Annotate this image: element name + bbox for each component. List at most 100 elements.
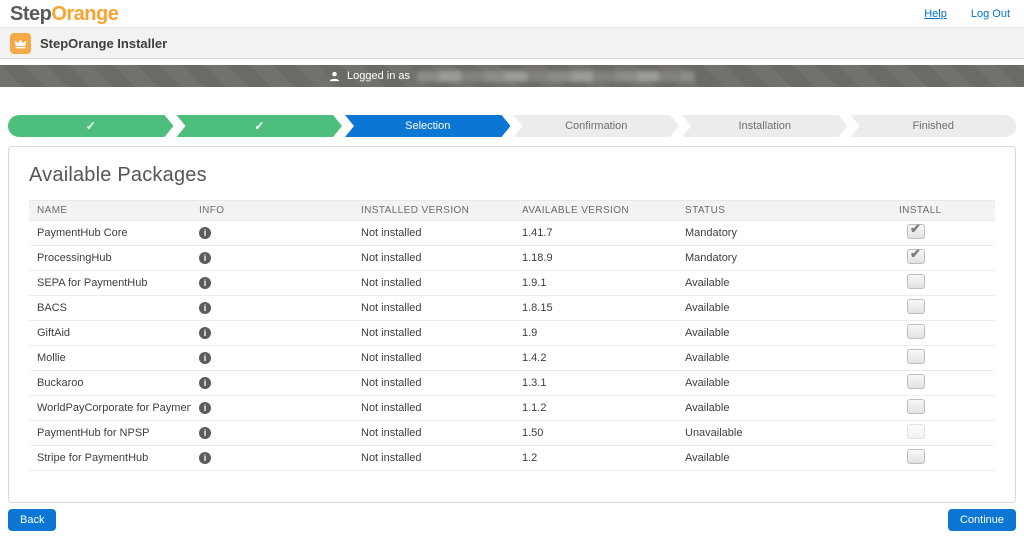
top-links: Help Log Out [924,8,1010,20]
check-icon: ✓ [254,119,264,133]
back-button[interactable]: Back [8,509,56,531]
logged-in-label: Logged in as [347,70,410,82]
install-checkbox[interactable] [907,449,925,464]
install-cell [837,299,995,317]
wizard-step-label: Finished [912,120,954,132]
install-checkbox[interactable] [907,399,925,414]
package-name: Buckaroo [29,377,191,389]
install-checkbox[interactable] [907,299,925,314]
package-name: SEPA for PaymentHub [29,277,191,289]
info-icon[interactable]: i [199,402,211,414]
install-cell [837,399,995,417]
installed-version: Not installed [353,327,514,339]
package-name: Stripe for PaymentHub [29,452,191,464]
table-row: Stripe for PaymentHub i Not installed1.2Av… [29,446,995,471]
app-title: StepOrange Installer [40,36,167,51]
col-header-install: INSTALL [837,205,995,216]
table-row: PaymentHub CoreiNot installed1.41.7Manda… [29,221,995,246]
check-icon: ✓ [86,119,96,133]
install-checkbox[interactable] [907,224,925,239]
status-label: Available [677,302,837,314]
install-cell [837,274,995,292]
status-label: Available [677,277,837,289]
install-cell [837,374,995,392]
crown-icon [10,33,31,54]
wizard-step-done-1: ✓ [8,115,174,137]
continue-button[interactable]: Continue [948,509,1016,531]
installed-version: Not installed [353,227,514,239]
package-name: Mollie [29,352,191,364]
table-row: GiftAidiNot installed1.9Available [29,321,995,346]
install-cell [837,449,995,467]
packages-table: NAME INFO INSTALLED VERSION AVAILABLE VE… [29,200,995,471]
info-icon[interactable]: i [199,327,211,339]
col-header-installed-version: INSTALLED VERSION [353,205,514,216]
logo-text-step: Step [10,3,51,25]
package-name: PaymentHub for NPSP [29,427,191,439]
available-version: 1.4.2 [514,352,677,364]
table-row: WorldPayCorporate for PaymentHub i Not ins… [29,396,995,421]
info-icon[interactable]: i [199,277,211,289]
col-header-available-version: AVAILABLE VERSION [514,205,677,216]
wizard-step-selection: Selection [345,115,511,137]
install-cell [837,224,995,242]
installed-version: Not installed [353,252,514,264]
installed-version: Not installed [353,277,514,289]
wizard-progress: ✓ ✓ Selection Confirmation Installation Finis… [8,115,1016,137]
status-label: Available [677,327,837,339]
top-bar: StepOrange Help Log Out [0,0,1024,28]
packages-table-header: NAME INFO INSTALLED VERSION AVAILABLE VE… [29,200,995,221]
install-checkbox[interactable] [907,349,925,364]
wizard-step-installation: Installation [682,115,848,137]
status-label: Available [677,452,837,464]
info-icon[interactable]: i [199,227,211,239]
installed-version: Not installed [353,452,514,464]
info-icon[interactable]: i [199,452,211,464]
info-cell: i [191,227,353,239]
installed-version: Not installed [353,377,514,389]
info-icon[interactable]: i [199,252,211,264]
app-header: StepOrange Installer [0,28,1024,59]
install-cell [837,349,995,367]
info-icon[interactable]: i [199,352,211,364]
status-label: Mandatory [677,252,837,264]
footer: Back Continue [8,509,1016,531]
table-row: PaymentHub for NPSPiNot installed1.50Una… [29,421,995,446]
wizard-step-done-2: ✓ [177,115,343,137]
install-checkbox[interactable] [907,324,925,339]
available-version: 1.9.1 [514,277,677,289]
available-version: 1.41.7 [514,227,677,239]
table-row: MollieiNot installed1.4.2Available [29,346,995,371]
available-version: 1.50 [514,427,677,439]
install-checkbox [907,424,925,439]
col-header-status: STATUS [677,205,837,216]
available-version: 1.1.2 [514,402,677,414]
package-name: BACS [29,302,191,314]
status-label: Available [677,402,837,414]
available-version: 1.18.9 [514,252,677,264]
info-cell: i [191,277,353,289]
help-link[interactable]: Help [924,8,947,20]
info-cell: i [191,377,353,389]
available-version: 1.3.1 [514,377,677,389]
installed-version: Not installed [353,402,514,414]
available-version: 1.2 [514,452,677,464]
install-checkbox[interactable] [907,249,925,264]
available-version: 1.9 [514,327,677,339]
wizard-step-confirmation: Confirmation [514,115,680,137]
logged-in-bar: Logged in as [0,65,1024,87]
wizard-step-label: Confirmation [565,120,627,132]
install-checkbox[interactable] [907,274,925,289]
install-cell [837,424,995,442]
info-icon[interactable]: i [199,302,211,314]
package-name: WorldPayCorporate for PaymentHub [29,402,191,414]
info-icon[interactable]: i [199,377,211,389]
install-checkbox[interactable] [907,374,925,389]
logo-text-orange: Orange [51,3,118,25]
package-name: ProcessingHub [29,252,191,264]
wizard-step-label: Selection [405,120,450,132]
info-icon[interactable]: i [199,427,211,439]
logout-link[interactable]: Log Out [971,8,1010,20]
packages-table-body: PaymentHub CoreiNot installed1.41.7Manda… [29,221,995,471]
col-header-info: INFO [191,205,353,216]
